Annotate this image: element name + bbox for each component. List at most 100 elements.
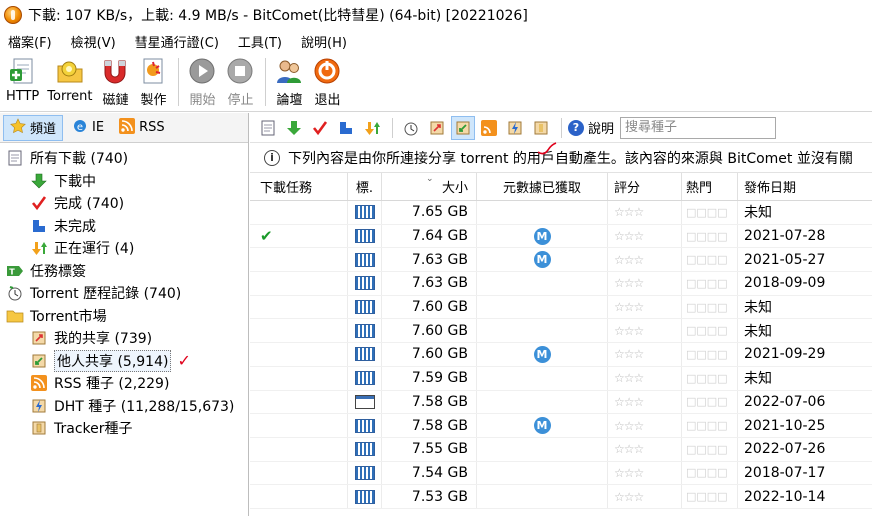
rating-stars: ☆☆☆ <box>614 276 644 291</box>
table-row[interactable]: 7.55 GB ☆☆☆ □□□□ 2022-07-26 <box>250 437 872 462</box>
tab-channel[interactable]: 頻道 <box>3 114 64 141</box>
hot-meter: □□□□ <box>686 205 728 219</box>
tab-rss[interactable]: RSS <box>113 115 171 141</box>
table-row[interactable]: 7.63 GB M ☆☆☆ □□□□ 2021-05-27 <box>250 248 872 273</box>
table-row[interactable]: 7.63 GB ☆☆☆ □□□□ 2018-09-09 <box>250 272 872 296</box>
history-filter-button[interactable] <box>399 116 423 140</box>
downloading-filter-button[interactable] <box>282 116 306 140</box>
make-torrent-label: 製作 <box>140 93 167 108</box>
tree-item-history[interactable]: Torrent 歷程記錄 (740) <box>0 282 248 305</box>
tree-item-torrent-market[interactable]: Torrent市場 <box>0 305 248 328</box>
cell-metadata <box>477 390 608 414</box>
table-row[interactable]: 7.65 GB ☆☆☆ □□□□ 未知 <box>250 201 872 225</box>
rating-stars: ☆☆☆ <box>614 371 644 386</box>
column-header-metadata[interactable]: 元數據已獲取 <box>477 173 608 200</box>
tree-item-rss-seeds[interactable]: RSS 種子 (2,229) <box>0 372 248 395</box>
make-torrent-button[interactable]: 製作 <box>136 56 170 108</box>
all-tasks-button[interactable] <box>256 116 280 140</box>
cell-date: 2018-09-09 <box>744 275 826 292</box>
menu-file[interactable]: 檔案(F) <box>8 32 52 51</box>
cell-task <box>250 201 348 224</box>
cell-size: 7.55 GB <box>382 437 477 461</box>
tree-item-dht-seeds[interactable]: DHT 種子 (11,288/15,673) <box>0 395 248 418</box>
table-row[interactable]: 7.60 GB M ☆☆☆ □□□□ 2021-09-29 <box>250 343 872 367</box>
exit-button[interactable]: 退出 <box>310 56 344 108</box>
column-header-rating[interactable]: 評分 <box>608 173 682 200</box>
start-button[interactable]: 開始 <box>185 56 219 108</box>
menu-tools[interactable]: 工具(T) <box>238 32 282 51</box>
tree-item-all-downloads[interactable]: 所有下載 (740) <box>0 147 248 170</box>
cell-rating: ☆☆☆ <box>608 272 682 295</box>
column-header-task[interactable]: 下載任務 <box>250 173 348 200</box>
column-header-hot[interactable]: 熱門 <box>682 173 738 200</box>
table-row[interactable]: 7.54 GB ☆☆☆ □□□□ 2018-07-17 <box>250 461 872 486</box>
title-bar: 下載: 107 KB/s，上載: 4.9 MB/s - BitComet(比特彗… <box>0 0 872 30</box>
tree-item-running[interactable]: 正在運行 (4) <box>0 237 248 260</box>
incomplete-filter-button[interactable] <box>334 116 358 140</box>
menu-view[interactable]: 檢視(V) <box>71 32 116 51</box>
table-row[interactable]: 7.58 GB ☆☆☆ □□□□ 2022-07-06 <box>250 390 872 415</box>
http-button[interactable]: HTTP <box>4 56 41 104</box>
exit-icon <box>312 56 342 86</box>
column-label: 元數據已獲取 <box>502 181 581 196</box>
cell-rating: ☆☆☆ <box>608 414 682 437</box>
tree-item-completed[interactable]: 完成 (740) <box>0 192 248 215</box>
help-button[interactable]: ? 說明 <box>568 118 614 137</box>
make-torrent-icon <box>138 56 168 86</box>
cell-size: 7.63 GB <box>382 272 477 295</box>
tree-item-downloading[interactable]: 下載中 <box>0 170 248 193</box>
table-row[interactable]: 7.60 GB ☆☆☆ □□□□ 未知 <box>250 295 872 320</box>
check-icon <box>312 120 328 135</box>
video-file-icon <box>354 418 375 433</box>
my-share-filter-button[interactable] <box>425 116 449 140</box>
tree-item-task-tags[interactable]: T 任務標簽 <box>0 260 248 283</box>
cell-hot: □□□□ <box>682 485 738 508</box>
column-header-date[interactable]: 發佈日期 <box>738 173 872 200</box>
tree-item-others-share[interactable]: 他人共享 (5,914) ✓ <box>0 349 248 373</box>
hot-meter: □□□□ <box>686 419 728 433</box>
dht-filter-button[interactable] <box>503 116 527 140</box>
cell-rating: ☆☆☆ <box>608 485 682 508</box>
tree-item-incomplete[interactable]: 未完成 <box>0 215 248 238</box>
tree-item-tracker-seeds[interactable]: Tracker種子 <box>0 417 248 440</box>
table-row[interactable]: 7.60 GB ☆☆☆ □□□□ 未知 <box>250 319 872 344</box>
video-file-icon <box>354 300 375 315</box>
cell-type <box>348 272 382 295</box>
exit-label: 退出 <box>314 93 341 108</box>
search-input[interactable] <box>620 116 777 139</box>
completed-filter-button[interactable] <box>308 116 332 140</box>
svg-text:T: T <box>9 267 15 276</box>
menu-comet-pass[interactable]: 彗星通行證(C) <box>135 32 219 51</box>
folder-icon <box>6 307 24 325</box>
tab-ie[interactable]: e IE <box>66 115 110 141</box>
cell-type <box>348 343 382 366</box>
others-share-filter-button[interactable] <box>451 115 475 140</box>
cell-metadata: M <box>477 224 608 248</box>
table-row[interactable]: 7.58 GB M ☆☆☆ □□□□ 2021-10-25 <box>250 414 872 438</box>
metadata-icon: M <box>533 227 551 245</box>
table-row[interactable]: 7.59 GB ☆☆☆ □□□□ 未知 <box>250 366 872 391</box>
rss-filter-button[interactable] <box>477 116 501 140</box>
cell-metadata <box>477 319 608 343</box>
tree-item-my-share[interactable]: 我的共享 (739) <box>0 327 248 350</box>
torrent-button[interactable]: Torrent <box>45 56 94 104</box>
menu-help[interactable]: 說明(H) <box>301 32 347 51</box>
running-icon <box>365 121 380 135</box>
cell-hot: □□□□ <box>682 437 738 461</box>
tree-item-label: 他人共享 (5,914) <box>54 349 172 372</box>
table-row[interactable]: ✔ 7.64 GB M ☆☆☆ □□□□ 2021-07-28 <box>250 224 872 249</box>
running-filter-button[interactable] <box>360 116 384 140</box>
cell-metadata <box>477 201 608 224</box>
magnet-button[interactable]: 磁鏈 <box>98 56 132 108</box>
cell-metadata <box>477 437 608 461</box>
tab-rss-label: RSS <box>139 120 165 135</box>
cell-size: 7.64 GB <box>382 224 477 248</box>
forum-button[interactable]: 論壇 <box>272 56 306 108</box>
column-header-size[interactable]: ⌄ 大小 <box>382 173 477 200</box>
tracker-filter-button[interactable] <box>529 116 553 140</box>
column-header-type[interactable]: 標. <box>348 173 382 200</box>
cell-task <box>250 272 348 295</box>
table-row[interactable]: 7.53 GB ☆☆☆ □□□□ 2022-10-14 <box>250 485 872 509</box>
stop-button[interactable]: 停止 <box>223 56 257 108</box>
incomplete-icon <box>30 217 48 235</box>
